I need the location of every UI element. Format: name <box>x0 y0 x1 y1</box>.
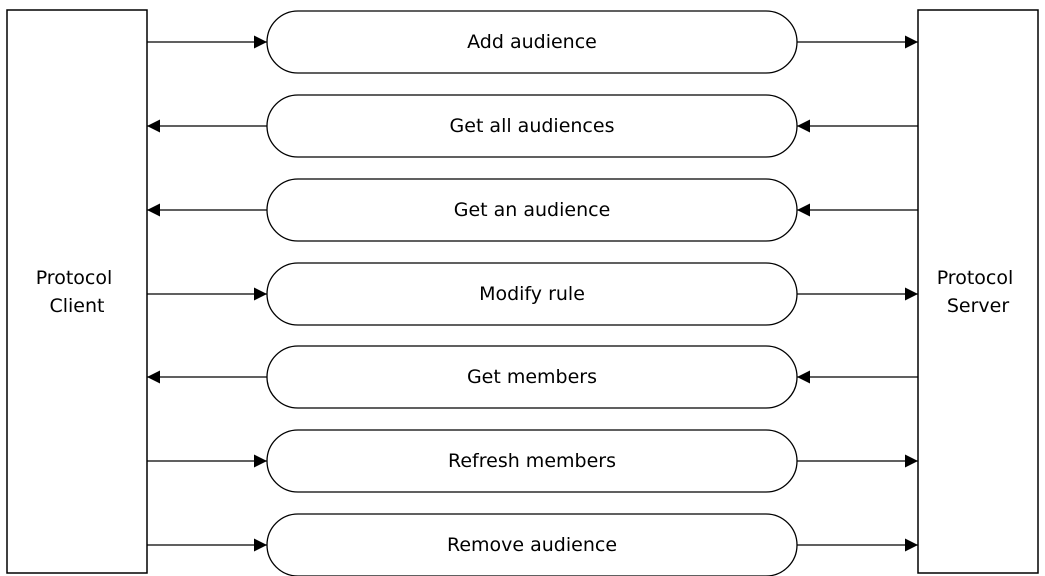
operation-row: Add audience <box>147 10 918 74</box>
operation-row: Remove audience <box>147 513 918 576</box>
protocol-client-label-line1: Protocol <box>36 267 113 289</box>
protocol-client-box <box>6 9 148 574</box>
operation-row: Get an audience <box>147 178 918 242</box>
protocol-server-label-line2: Server <box>947 295 1009 317</box>
operation-label: Get all audiences <box>450 115 615 137</box>
operation-row: Get members <box>147 345 918 409</box>
operation-label: Get an audience <box>454 199 611 221</box>
operation-row: Refresh members <box>147 429 918 493</box>
protocol-diagram: Protocol Client Protocol Server Add audi… <box>6 9 1039 576</box>
operation-row: Get all audiences <box>147 94 918 158</box>
operation-label: Add audience <box>467 31 597 53</box>
protocol-server-label-line1: Protocol <box>937 267 1014 289</box>
protocol-server: Protocol Server <box>917 9 1039 574</box>
protocol-client: Protocol Client <box>6 9 148 574</box>
operation-label: Refresh members <box>448 450 616 472</box>
operation-label: Get members <box>467 366 597 388</box>
protocol-server-box <box>917 9 1039 574</box>
protocol-client-label-line2: Client <box>49 295 104 317</box>
operation-label: Remove audience <box>447 534 617 556</box>
operation-label: Modify rule <box>479 283 585 305</box>
operation-row: Modify rule <box>147 262 918 326</box>
